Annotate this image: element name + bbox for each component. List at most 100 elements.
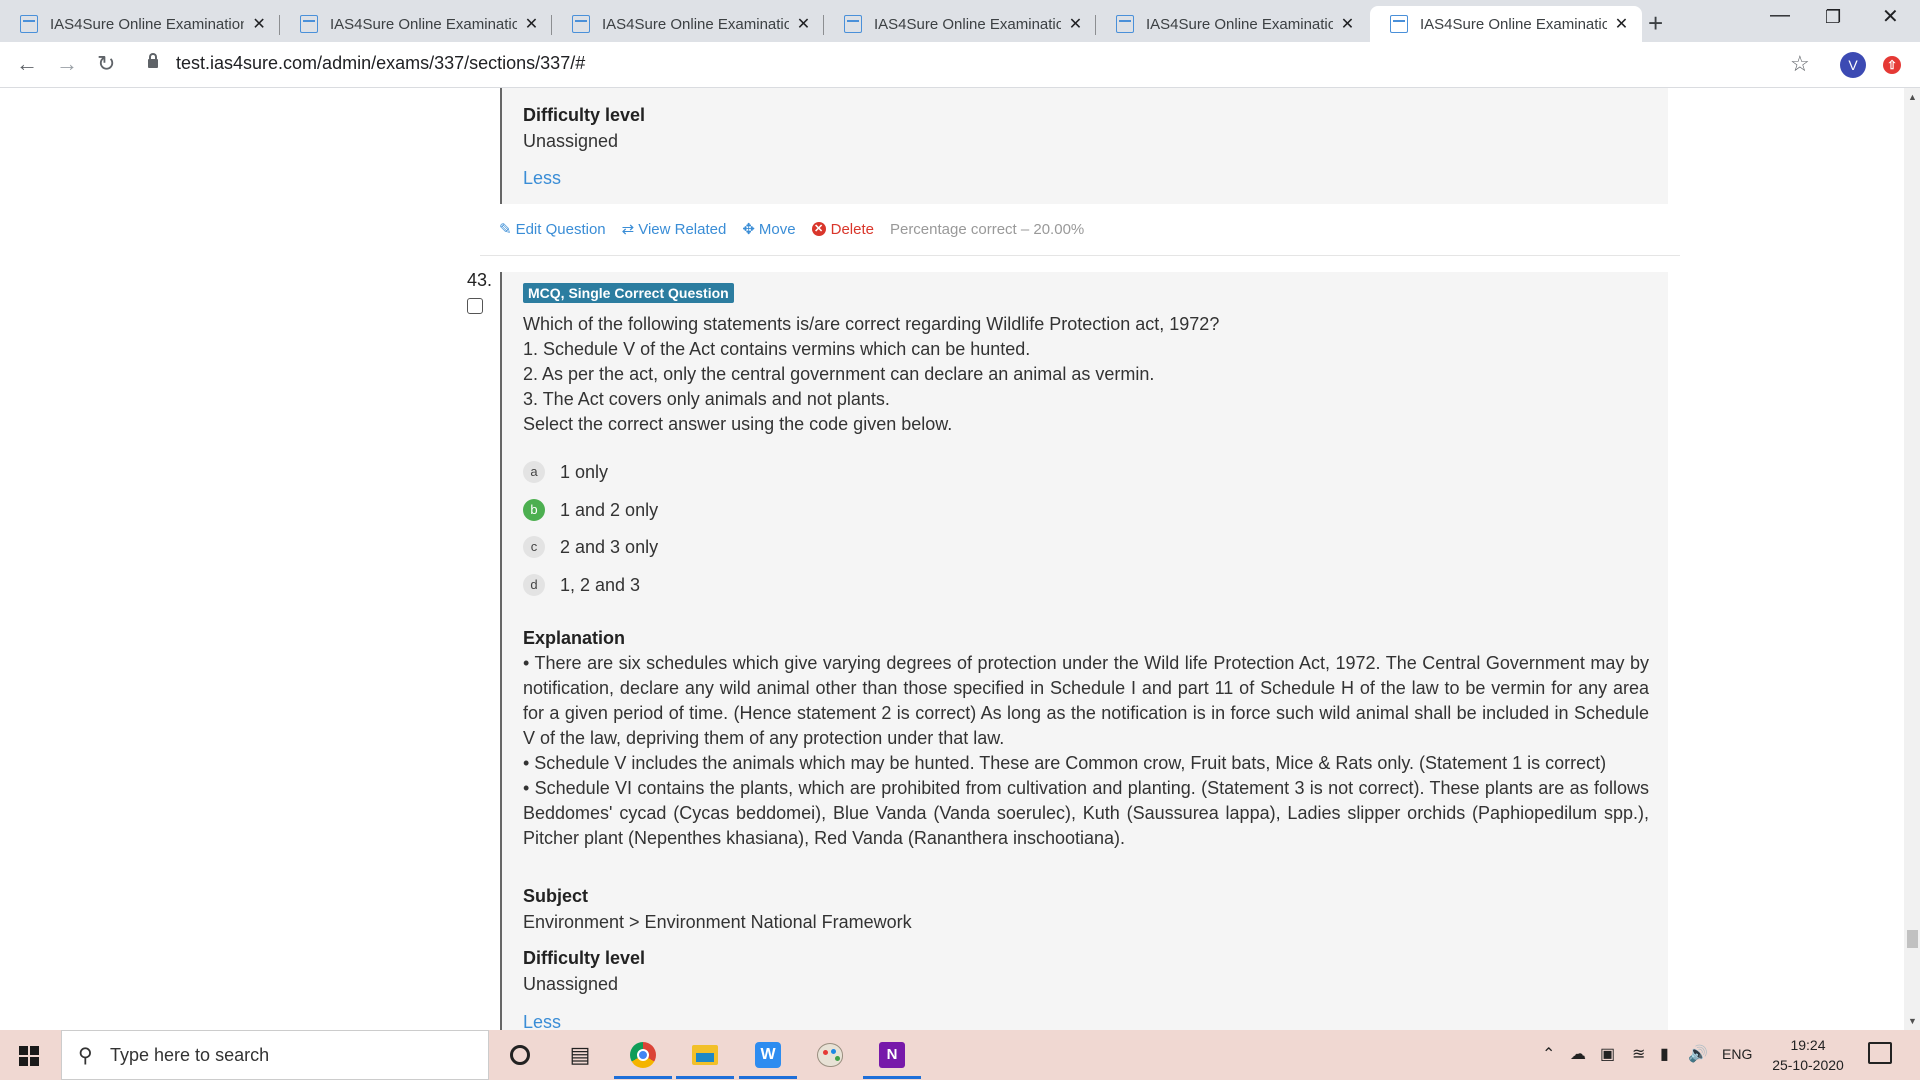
notification-center-icon[interactable] <box>1868 1042 1892 1064</box>
browser-toolbar: ← → ↻ test.ias4sure.com/admin/exams/337/… <box>0 42 1920 88</box>
profile-avatar[interactable]: V <box>1840 52 1866 78</box>
back-arrow-icon[interactable]: ← <box>16 51 38 77</box>
delete-icon: ✕ <box>811 222 826 236</box>
explanation-label: Explanation <box>523 628 626 648</box>
option-text: 2 and 3 only <box>560 536 659 557</box>
subject-value: Environment > Environment National Frame… <box>523 912 912 932</box>
cortana-icon[interactable] <box>505 1040 535 1070</box>
browser-tab[interactable]: IAS4Sure Online Examination ✕ <box>824 6 1096 42</box>
delete-link[interactable]: ✕ Delete <box>811 221 874 238</box>
scrollbar-thumb[interactable] <box>1907 930 1918 948</box>
browser-tab[interactable]: IAS4Sure Online Examination ✕ <box>552 6 824 42</box>
difficulty-value: Unassigned <box>523 974 619 994</box>
minimize-icon[interactable]: — <box>1770 4 1790 27</box>
lock-icon[interactable] <box>148 53 158 68</box>
windows-start-icon[interactable] <box>19 1046 39 1066</box>
browser-tab-active[interactable]: IAS4Sure Online Examination ✕ <box>1370 6 1642 42</box>
question-line: 1. Schedule V of the Act contains vermin… <box>523 339 1031 359</box>
less-link[interactable]: Less <box>523 1012 561 1030</box>
search-placeholder: Type here to search <box>110 1045 270 1065</box>
tab-title: IAS4Sure Online Examination <box>1420 15 1607 33</box>
close-tab-icon[interactable]: ✕ <box>1067 14 1084 34</box>
active-app-indicator <box>614 1076 672 1079</box>
less-link[interactable]: Less <box>523 168 561 189</box>
answer-option: a 1 only <box>523 461 608 483</box>
move-link[interactable]: ✥ Move <box>742 220 795 239</box>
tab-title: IAS4Sure Online Examination <box>50 15 245 33</box>
question-panel: MCQ, Single Correct Question Which of th… <box>500 272 1668 1030</box>
restore-icon[interactable]: ❐ <box>1825 7 1841 28</box>
task-view-icon[interactable]: ▤ <box>565 1040 595 1070</box>
chrome-icon[interactable] <box>628 1040 658 1070</box>
difficulty-label: Difficulty level <box>523 105 646 125</box>
question-number: 43. <box>467 270 493 290</box>
view-related-link[interactable]: ⇄ View Related <box>621 220 727 239</box>
question-select-checkbox[interactable] <box>467 298 483 314</box>
windows-taskbar: ⚲ Type here to search ▤ W N ⌃ ☁ ▣ ≊ ▮ 🔊 … <box>0 1030 1920 1080</box>
question-type-badge: MCQ, Single Correct Question <box>523 283 734 303</box>
close-tab-icon[interactable]: ✕ <box>250 14 268 34</box>
paint-icon[interactable] <box>815 1040 845 1070</box>
scroll-down-arrow-icon[interactable]: ▼ <box>1908 1016 1917 1026</box>
active-app-indicator <box>863 1076 921 1079</box>
question-line: 3. The Act covers only animals and not p… <box>523 389 890 409</box>
volume-icon[interactable]: 🔊 <box>1688 1044 1708 1064</box>
page-scrollbar[interactable]: ▲ ▼ <box>1904 88 1920 1030</box>
option-letter: a <box>523 461 545 483</box>
wifi-icon[interactable]: ≊ <box>1632 1044 1645 1064</box>
new-tab-button[interactable]: + <box>1648 8 1663 39</box>
page-favicon-icon <box>1390 15 1408 33</box>
active-app-indicator <box>739 1076 797 1079</box>
difficulty-label: Difficulty level <box>523 948 646 968</box>
close-tab-icon[interactable]: ✕ <box>795 14 812 34</box>
system-clock[interactable]: 19:24 25-10-2020 <box>1768 1035 1848 1075</box>
clock-time: 19:24 <box>1790 1037 1826 1053</box>
page-favicon-icon <box>844 15 862 33</box>
bookmark-star-icon[interactable]: ☆ <box>1790 51 1810 77</box>
tab-title: IAS4Sure Online Examination <box>602 15 789 33</box>
edit-question-label: Edit Question <box>515 220 606 238</box>
page-favicon-icon <box>300 15 318 33</box>
explanation-block: Explanation • There are six schedules wh… <box>523 626 1649 851</box>
option-text: 1, 2 and 3 <box>560 574 641 595</box>
browser-tab[interactable]: IAS4Sure Online Examination ✕ <box>280 6 552 42</box>
option-letter: d <box>523 574 545 596</box>
extension-icon[interactable]: ⇧ <box>1883 56 1901 74</box>
address-bar[interactable]: test.ias4sure.com/admin/exams/337/sectio… <box>176 53 585 74</box>
answer-option-correct: b 1 and 2 only <box>523 499 658 521</box>
question-text: Which of the following statements is/are… <box>523 312 1623 437</box>
option-letter: c <box>523 536 545 558</box>
wps-writer-icon[interactable]: W <box>753 1040 783 1070</box>
option-letter: b <box>523 499 545 521</box>
edit-question-link[interactable]: ✎ Edit Question <box>499 220 606 239</box>
close-tab-icon[interactable]: ✕ <box>1613 14 1630 34</box>
option-text: 1 and 2 only <box>560 499 659 520</box>
forward-arrow-icon[interactable]: → <box>56 51 78 77</box>
page-favicon-icon <box>572 15 590 33</box>
browser-tab[interactable]: IAS4Sure Online Examination ✕ <box>0 6 280 42</box>
move-icon: ✥ <box>742 221 755 238</box>
explanation-paragraph: • There are six schedules which give var… <box>523 653 1649 748</box>
language-indicator[interactable]: ENG <box>1722 1046 1752 1062</box>
file-explorer-icon[interactable] <box>690 1040 720 1070</box>
previous-question-panel: Difficulty level Unassigned Less <box>500 88 1668 204</box>
exchange-icon: ⇄ <box>621 221 635 238</box>
scroll-up-arrow-icon[interactable]: ▲ <box>1908 92 1917 102</box>
taskbar-search-box[interactable]: ⚲ Type here to search <box>61 1030 489 1080</box>
divider <box>480 255 1680 256</box>
active-app-indicator <box>676 1076 734 1079</box>
explanation-paragraph: • Schedule V includes the animals which … <box>523 753 1607 773</box>
close-window-icon[interactable]: ✕ <box>1882 4 1899 29</box>
close-tab-icon[interactable]: ✕ <box>523 14 540 34</box>
browser-tab[interactable]: IAS4Sure Online Examination ✕ <box>1096 6 1368 42</box>
close-tab-icon[interactable]: ✕ <box>1339 14 1356 34</box>
onedrive-icon[interactable]: ☁ <box>1570 1044 1586 1064</box>
network-icon[interactable]: ▣ <box>1600 1044 1615 1064</box>
onenote-icon[interactable]: N <box>877 1040 907 1070</box>
view-related-label: View Related <box>638 220 727 238</box>
reload-icon[interactable]: ↻ <box>97 51 115 77</box>
show-hidden-icons-chevron-icon[interactable]: ⌃ <box>1542 1044 1555 1064</box>
edit-icon: ✎ <box>499 221 512 238</box>
tab-title: IAS4Sure Online Examination <box>330 15 517 33</box>
battery-icon[interactable]: ▮ <box>1660 1044 1669 1064</box>
